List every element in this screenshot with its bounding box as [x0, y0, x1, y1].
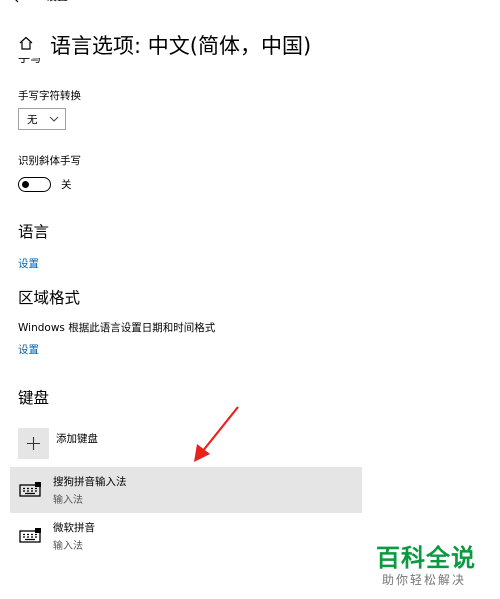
italic-handwriting-toggle[interactable] — [18, 177, 51, 192]
keyboard-item-name: 搜狗拼音输入法 — [53, 476, 127, 488]
chevron-down-icon — [49, 116, 59, 122]
toggle-state-label: 关 — [61, 179, 72, 191]
keyboard-icon — [19, 482, 41, 497]
back-arrow-icon[interactable] — [10, 0, 22, 3]
watermark-logo: 百科全说 — [376, 544, 476, 572]
toggle-knob — [22, 180, 29, 188]
add-keyboard-button[interactable] — [18, 428, 49, 459]
keyboard-item-name: 微软拼音 — [53, 522, 95, 534]
settings-title: 设置 — [46, 0, 68, 4]
language-heading: 语言 — [18, 223, 50, 241]
keyboard-item-type: 输入法 — [53, 541, 83, 552]
keyboard-heading: 键盘 — [18, 389, 50, 407]
home-icon[interactable] — [18, 35, 34, 51]
select-value: 无 — [27, 114, 38, 126]
handwriting-convert-select[interactable]: 无 — [18, 108, 66, 130]
page-title: 语言选项: 中文(简体，中国) — [50, 34, 312, 58]
watermark-tagline: 助你轻松解决 — [382, 573, 467, 587]
region-settings-link[interactable]: 设置 — [18, 342, 39, 357]
keyboard-item-microsoft-pinyin[interactable]: 微软拼音 输入法 — [10, 513, 362, 559]
region-heading: 区域格式 — [18, 289, 81, 307]
handwriting-heading: 手写 — [18, 58, 43, 65]
italic-handwriting-label: 识别斜体手写 — [18, 155, 81, 167]
plus-icon — [27, 437, 40, 450]
add-keyboard-label[interactable]: 添加键盘 — [56, 431, 98, 446]
region-description: Windows 根据此语言设置日期和时间格式 — [18, 322, 216, 334]
keyboard-item-sogou[interactable]: 搜狗拼音输入法 输入法 — [10, 467, 362, 513]
language-settings-link[interactable]: 设置 — [18, 256, 39, 271]
keyboard-icon — [19, 528, 41, 543]
keyboard-item-type: 输入法 — [53, 495, 83, 506]
top-bar: 设置 — [0, 0, 500, 9]
handwriting-convert-label: 手写字符转换 — [18, 90, 81, 102]
